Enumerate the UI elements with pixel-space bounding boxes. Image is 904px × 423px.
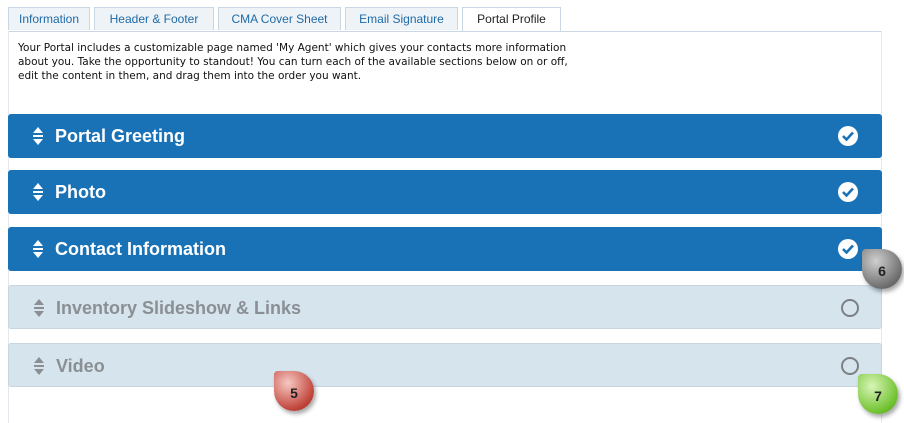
callout-badge-6: 6 — [862, 249, 902, 289]
disabled-circle-icon[interactable] — [841, 357, 859, 375]
enabled-check-icon[interactable] — [838, 126, 858, 146]
drag-handle-icon[interactable] — [33, 356, 45, 376]
section-title: Portal Greeting — [55, 126, 186, 146]
tab-information[interactable]: Information — [8, 7, 90, 30]
intro-line: edit the content in them, and drag them … — [18, 70, 362, 82]
intro-line: Your Portal includes a customizable page… — [18, 42, 567, 54]
section-contact-information[interactable]: Contact Information — [8, 227, 882, 271]
callout-badge-7: 7 — [858, 374, 898, 414]
section-title: Contact Information — [55, 239, 226, 259]
tab-portal-profile[interactable]: Portal Profile — [462, 7, 561, 32]
section-title: Video — [56, 356, 105, 376]
section-title: Photo — [55, 182, 106, 202]
callout-number: 6 — [878, 263, 886, 279]
drag-handle-icon[interactable] — [33, 298, 45, 318]
drag-handle-icon[interactable] — [32, 126, 44, 146]
section-inventory-slideshow-links[interactable]: Inventory Slideshow & Links — [8, 285, 882, 329]
tab-email-signature[interactable]: Email Signature — [345, 7, 458, 30]
section-portal-greeting[interactable]: Portal Greeting — [8, 114, 882, 158]
enabled-check-icon[interactable] — [838, 239, 858, 259]
section-video[interactable]: Video — [8, 343, 882, 387]
callout-number: 5 — [290, 385, 298, 401]
callout-badge-5: 5 — [274, 371, 314, 411]
section-title: Inventory Slideshow & Links — [56, 298, 302, 318]
drag-handle-icon[interactable] — [32, 239, 44, 259]
intro-text: Your Portal includes a customizable page… — [18, 41, 618, 83]
tab-cma-cover-sheet[interactable]: CMA Cover Sheet — [218, 7, 341, 30]
tab-header-footer[interactable]: Header & Footer — [94, 7, 214, 30]
disabled-circle-icon[interactable] — [841, 299, 859, 317]
callout-number: 7 — [874, 388, 882, 404]
tab-bar: Information Header & Footer CMA Cover Sh… — [8, 7, 882, 32]
drag-handle-icon[interactable] — [32, 182, 44, 202]
section-photo[interactable]: Photo — [8, 170, 882, 214]
intro-line: about you. Take the opportunity to stand… — [18, 56, 568, 68]
enabled-check-icon[interactable] — [838, 182, 858, 202]
